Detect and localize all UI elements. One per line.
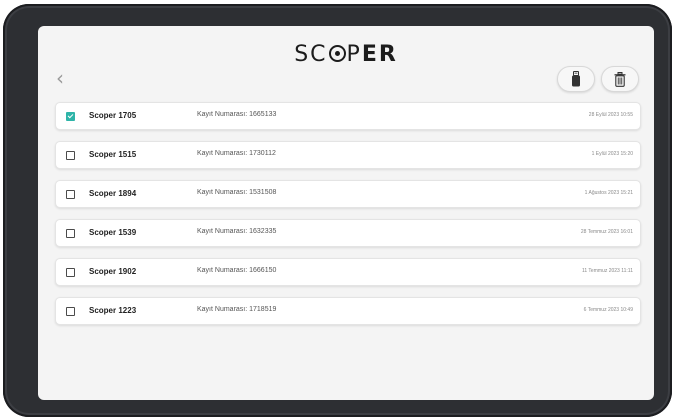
record-number: Kayıt Numarası: 1632335 [197,228,277,235]
record-date: 6 Temmuz 2023 10:49 [583,307,633,313]
record-row[interactable]: Scoper 1902 Kayıt Numarası: 1666150 11 T… [55,258,641,286]
record-date: 1 Ağustos 2023 15:21 [584,190,633,196]
record-row[interactable]: Scoper 1515 Kayıt Numarası: 1730112 1 Ey… [55,141,641,169]
record-row[interactable]: Scoper 1223 Kayıt Numarası: 1718519 6 Te… [55,297,641,325]
usb-icon [572,71,580,87]
usb-export-button[interactable] [557,66,595,92]
chevron-left-icon: ‹ [56,66,64,90]
record-checkbox[interactable] [66,151,75,160]
record-checkbox[interactable] [66,307,75,316]
record-list: Scoper 1705 Kayıt Numarası: 1665133 28 E… [55,102,641,336]
delete-button[interactable] [601,66,639,92]
logo-o-icon [328,45,346,62]
record-number: Kayıt Numarası: 1531508 [197,189,277,196]
record-name: Scoper 1902 [89,267,137,276]
record-date: 1 Eylül 2023 15:20 [591,151,633,157]
record-name: Scoper 1894 [89,189,137,198]
scoper-logo: SC PER [38,42,654,67]
record-name: Scoper 1705 [89,111,137,120]
logo-text-p: P [346,42,362,67]
record-date: 11 Temmuz 2023 11:11 [581,268,633,274]
app-screen: SC PER ‹ Scoper 1705 Kayıt Numarası: 166… [38,26,654,400]
logo-text-er: ER [361,42,398,67]
tablet-frame: SC PER ‹ Scoper 1705 Kayıt Numarası: 166… [3,4,672,417]
record-row[interactable]: Scoper 1539 Kayıt Numarası: 1632335 28 T… [55,219,641,247]
record-name: Scoper 1515 [89,150,137,159]
trash-icon [614,71,626,87]
record-name: Scoper 1223 [89,306,137,315]
record-checkbox[interactable] [66,268,75,277]
logo-text-sc: SC [294,42,328,67]
record-number: Kayıt Numarası: 1730112 [197,150,276,157]
record-date: 28 Temmuz 2023 16:01 [580,229,633,235]
record-checkbox[interactable] [66,112,75,121]
record-checkbox[interactable] [66,229,75,238]
record-row[interactable]: Scoper 1894 Kayıt Numarası: 1531508 1 Ağ… [55,180,641,208]
record-number: Kayıt Numarası: 1665133 [197,111,277,118]
back-button[interactable]: ‹ [56,68,70,88]
record-date: 28 Eylül 2023 10:55 [588,112,633,118]
record-number: Kayıt Numarası: 1666150 [197,267,277,274]
record-name: Scoper 1539 [89,228,137,237]
record-row[interactable]: Scoper 1705 Kayıt Numarası: 1665133 28 E… [55,102,641,130]
record-checkbox[interactable] [66,190,75,199]
record-number: Kayıt Numarası: 1718519 [197,306,277,313]
